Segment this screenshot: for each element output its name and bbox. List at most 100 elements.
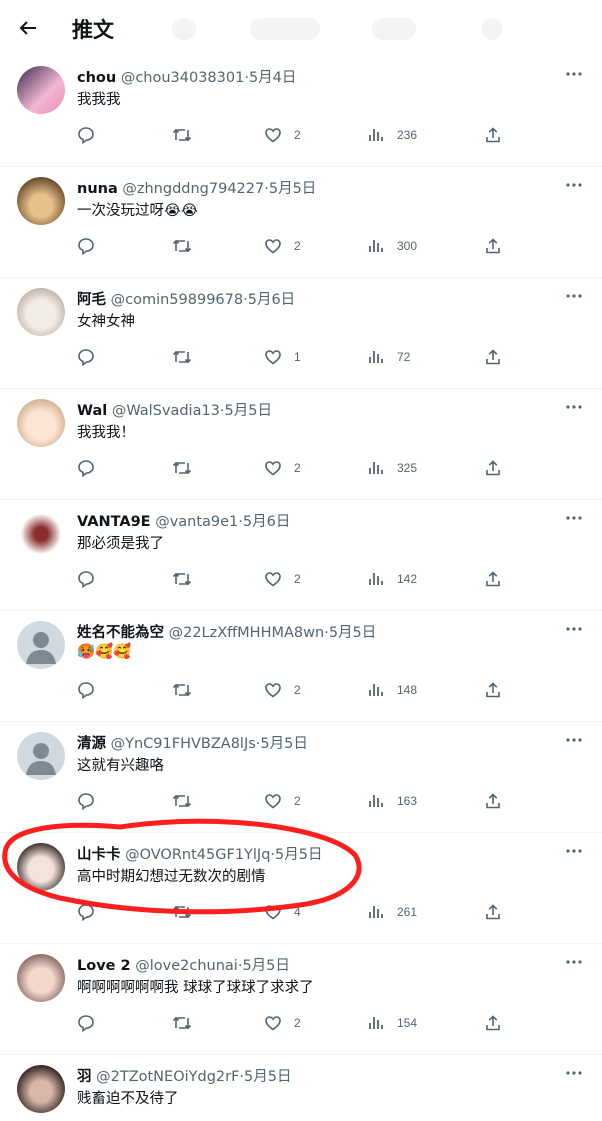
views-button[interactable]: 261 — [367, 902, 417, 922]
tweet-item[interactable]: 清源 @YnC91FHVBZA8lJs·5月5日 这就有兴趣咯 2 163 — [0, 722, 602, 833]
like-button[interactable]: 2 — [264, 680, 301, 700]
user-handle[interactable]: @2TZotNEOiYdg2rF — [96, 1069, 239, 1085]
user-handle[interactable]: @22LzXffMHHMA8wn — [169, 625, 325, 641]
like-button[interactable]: 2 — [264, 569, 301, 589]
tweet-item[interactable]: chou @chou34038301·5月4日 我我我 2 236 — [0, 56, 602, 167]
avatar[interactable] — [17, 621, 65, 669]
more-button[interactable] — [563, 64, 585, 84]
share-button[interactable] — [484, 680, 502, 700]
avatar[interactable] — [17, 843, 65, 891]
tweet-date[interactable]: 5月6日 — [243, 514, 290, 530]
user-name[interactable]: nuna — [77, 181, 118, 197]
views-button[interactable]: 72 — [367, 347, 410, 367]
tweet-date[interactable]: 5月5日 — [244, 1069, 291, 1085]
retweet-button[interactable] — [172, 458, 192, 478]
avatar[interactable] — [17, 732, 65, 780]
reply-button[interactable] — [77, 791, 95, 811]
like-button[interactable]: 2 — [264, 458, 301, 478]
reply-button[interactable] — [77, 236, 95, 256]
retweet-button[interactable] — [172, 347, 192, 367]
tweet-date[interactable]: 5月5日 — [269, 181, 316, 197]
more-button[interactable] — [563, 841, 585, 861]
user-name[interactable]: VANTA9E — [77, 514, 151, 530]
user-handle[interactable]: @love2chunai — [135, 958, 238, 974]
tweet-item[interactable]: VANTA9E @vanta9e1·5月6日 那必须是我了 2 142 — [0, 500, 602, 611]
user-handle[interactable]: @WalSvadia13 — [112, 403, 220, 419]
user-name[interactable]: Wal — [77, 403, 107, 419]
views-button[interactable]: 236 — [367, 125, 417, 145]
views-button[interactable]: 300 — [367, 236, 417, 256]
more-button[interactable] — [563, 508, 585, 528]
avatar[interactable] — [17, 1065, 65, 1113]
share-button[interactable] — [484, 1013, 502, 1033]
tweet-date[interactable]: 5月5日 — [225, 403, 272, 419]
tweet-item[interactable]: 羽 @2TZotNEOiYdg2rF·5月5日 贱畜迫不及待了 — [0, 1055, 602, 1121]
retweet-button[interactable] — [172, 791, 192, 811]
user-handle[interactable]: @chou34038301 — [121, 70, 245, 86]
retweet-button[interactable] — [172, 680, 192, 700]
user-handle[interactable]: @comin59899678 — [111, 292, 244, 308]
more-button[interactable] — [563, 397, 585, 417]
more-button[interactable] — [563, 175, 585, 195]
user-name[interactable]: Love 2 — [77, 958, 131, 974]
like-button[interactable]: 2 — [264, 236, 301, 256]
reply-button[interactable] — [77, 1013, 95, 1033]
user-name[interactable]: 清源 — [77, 736, 106, 752]
avatar[interactable] — [17, 399, 65, 447]
views-button[interactable]: 154 — [367, 1013, 417, 1033]
more-button[interactable] — [563, 1063, 585, 1083]
views-button[interactable]: 325 — [367, 458, 417, 478]
tweet-item[interactable]: Wal @WalSvadia13·5月5日 我我我！ 2 325 — [0, 389, 602, 500]
more-button[interactable] — [563, 730, 585, 750]
share-button[interactable] — [484, 902, 502, 922]
user-name[interactable]: 羽 — [77, 1069, 92, 1085]
retweet-button[interactable] — [172, 902, 192, 922]
retweet-button[interactable] — [172, 569, 192, 589]
tweet-item[interactable]: 姓名不能為空 @22LzXffMHHMA8wn·5月5日 🥵🥰🥰 2 148 — [0, 611, 602, 722]
tweet-date[interactable]: 5月5日 — [260, 736, 307, 752]
user-handle[interactable]: @OVORnt45GF1YlJq — [125, 847, 270, 863]
back-button[interactable] — [14, 14, 42, 42]
tweet-date[interactable]: 5月5日 — [329, 625, 376, 641]
tweet-date[interactable]: 5月6日 — [248, 292, 295, 308]
like-button[interactable]: 2 — [264, 125, 301, 145]
share-button[interactable] — [484, 791, 502, 811]
tweet-item[interactable]: nuna @zhngddng794227·5月5日 一次没玩过呀😭😭 2 300 — [0, 167, 602, 278]
tweet-date[interactable]: 5月4日 — [249, 70, 296, 86]
share-button[interactable] — [484, 347, 502, 367]
reply-button[interactable] — [77, 569, 95, 589]
like-button[interactable]: 1 — [264, 347, 301, 367]
user-name[interactable]: 姓名不能為空 — [77, 625, 164, 641]
retweet-button[interactable] — [172, 236, 192, 256]
reply-button[interactable] — [77, 458, 95, 478]
tweet-date[interactable]: 5月5日 — [242, 958, 289, 974]
tweet-item[interactable]: Love 2 @love2chunai·5月5日 啊啊啊啊啊啊我 球球了球球了求求… — [0, 944, 602, 1055]
user-name[interactable]: chou — [77, 70, 116, 86]
more-button[interactable] — [563, 619, 585, 639]
avatar[interactable] — [17, 954, 65, 1002]
more-button[interactable] — [563, 286, 585, 306]
share-button[interactable] — [484, 125, 502, 145]
like-button[interactable]: 2 — [264, 1013, 301, 1033]
tweet-date[interactable]: 5月5日 — [275, 847, 322, 863]
reply-button[interactable] — [77, 902, 95, 922]
share-button[interactable] — [484, 569, 502, 589]
retweet-button[interactable] — [172, 125, 192, 145]
like-button[interactable]: 2 — [264, 791, 301, 811]
views-button[interactable]: 148 — [367, 680, 417, 700]
more-button[interactable] — [563, 952, 585, 972]
reply-button[interactable] — [77, 680, 95, 700]
views-button[interactable]: 163 — [367, 791, 417, 811]
user-handle[interactable]: @YnC91FHVBZA8lJs — [111, 736, 256, 752]
tweet-item[interactable]: 阿毛 @comin59899678·5月6日 女神女神 1 72 — [0, 278, 602, 389]
reply-button[interactable] — [77, 125, 95, 145]
avatar[interactable] — [17, 177, 65, 225]
like-button[interactable]: 4 — [264, 902, 301, 922]
user-name[interactable]: 山卡卡 — [77, 847, 121, 863]
tweet-item[interactable]: 山卡卡 @OVORnt45GF1YlJq·5月5日 高中时期幻想过无数次的剧情 4 2… — [0, 833, 602, 944]
avatar[interactable] — [17, 510, 65, 558]
user-name[interactable]: 阿毛 — [77, 292, 106, 308]
views-button[interactable]: 142 — [367, 569, 417, 589]
share-button[interactable] — [484, 236, 502, 256]
user-handle[interactable]: @zhngddng794227 — [122, 181, 264, 197]
